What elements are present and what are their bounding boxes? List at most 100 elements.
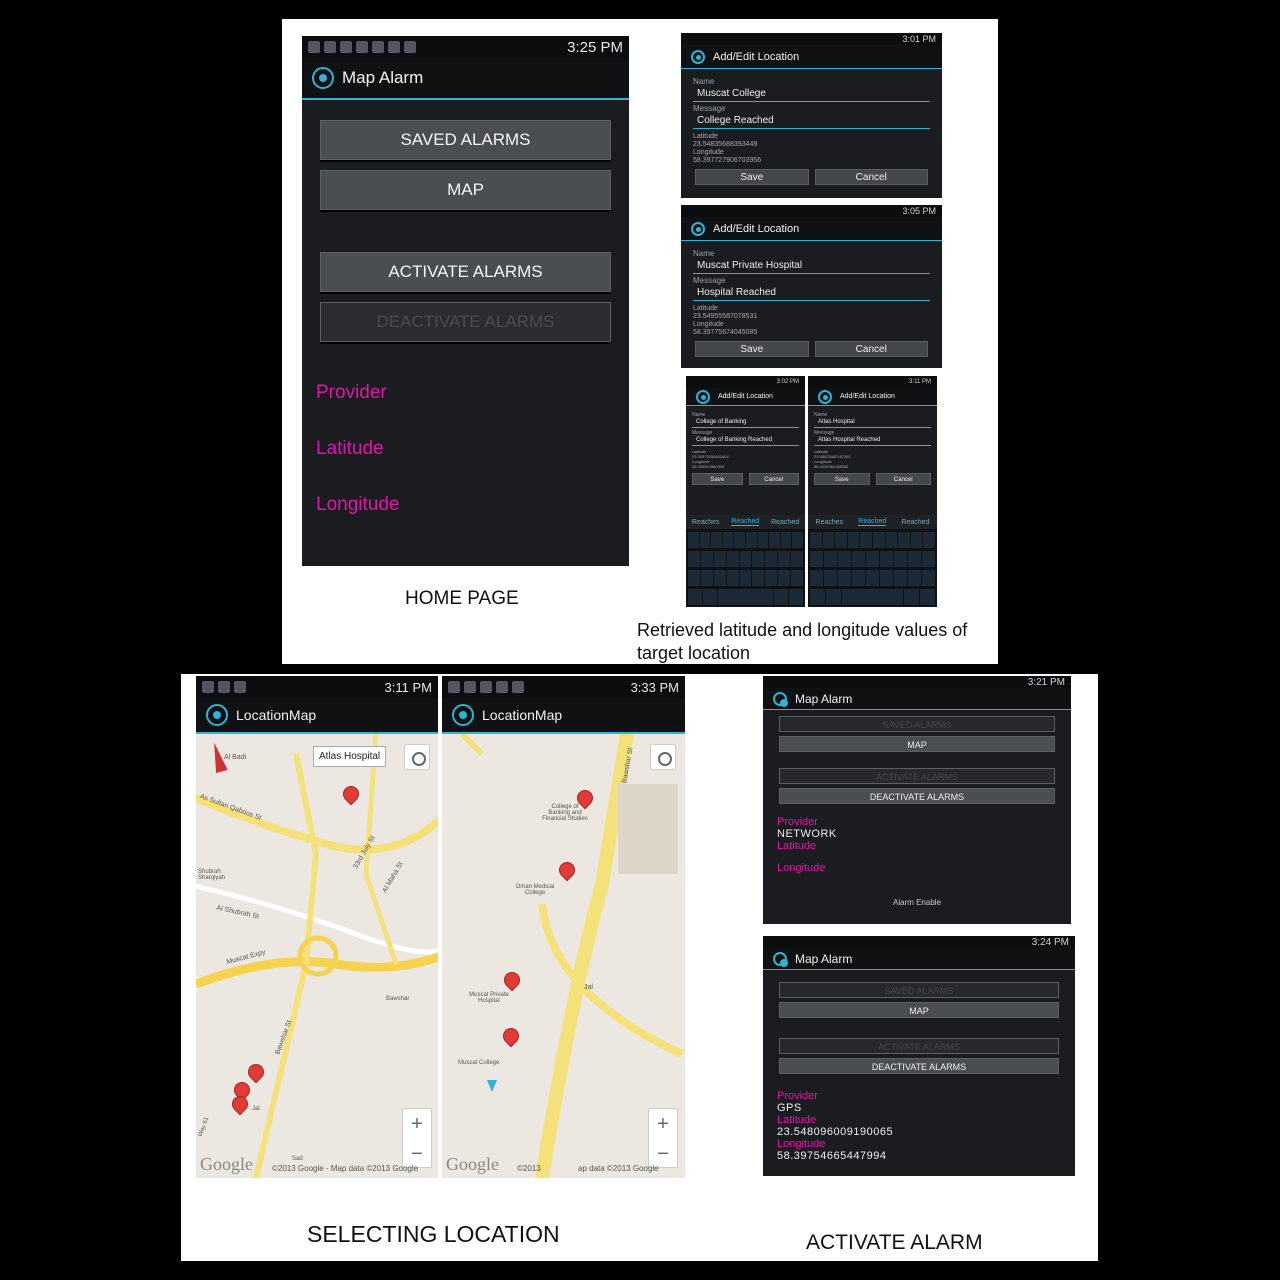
action-bar: Add/Edit Location [686, 388, 805, 406]
map-marker-icon[interactable] [504, 972, 518, 992]
map-view[interactable]: College of Banking and Financial Studies… [442, 734, 685, 1178]
notification-icons [308, 41, 416, 53]
my-location-icon[interactable] [404, 744, 430, 770]
button-row: Save Cancel [814, 473, 931, 485]
button-row: Save Cancel [692, 473, 799, 485]
suggestion[interactable]: Reached [731, 518, 760, 526]
suggestion[interactable]: Reached [901, 519, 929, 526]
map-marker-icon[interactable] [248, 1064, 262, 1084]
app-title: Map Alarm [795, 691, 853, 706]
longitude-label: Longitude [777, 862, 826, 874]
map-view[interactable]: Al Badi As Sultan Qaboos St Shubrah Shar… [196, 734, 438, 1178]
map-button[interactable]: MAP [320, 170, 611, 210]
name-field[interactable]: College of Banking [692, 419, 799, 428]
button-row: Save Cancel [695, 169, 928, 185]
screen-title: Add/Edit Location [840, 393, 895, 400]
map-marker-icon[interactable] [232, 1096, 246, 1116]
save-button[interactable]: Save [692, 473, 743, 485]
action-bar: Map Alarm [763, 688, 1071, 710]
name-field[interactable]: Atlas Hospital [814, 419, 931, 428]
message-field[interactable]: Atlas Hospital Reached [814, 437, 931, 446]
keyboard[interactable]: Reaches Reached Reached [808, 515, 937, 607]
deactivate-alarms-button[interactable]: DEACTIVATE ALARMS [779, 1058, 1059, 1074]
activate-screen-network: 3:21 PM Map Alarm SAVED ALARMS MAP ACTIV… [763, 676, 1071, 924]
save-button[interactable]: Save [814, 473, 870, 485]
target-icon [773, 691, 788, 707]
street-label: Sad [292, 1156, 303, 1162]
key-row [810, 589, 935, 605]
name-label: Name [693, 77, 715, 86]
action-bar: Add/Edit Location [808, 388, 937, 406]
longitude-label: Longitude [316, 494, 400, 515]
activate-alarms-button[interactable]: ACTIVATE ALARMS [320, 252, 611, 292]
map-marker-icon[interactable] [503, 1028, 517, 1048]
deactivate-alarms-button[interactable]: DEACTIVATE ALARMS [320, 302, 611, 342]
latitude-label: Latitude [777, 840, 817, 852]
cancel-button[interactable]: Cancel [875, 473, 931, 485]
status-time: 3:02 PM [776, 379, 799, 385]
zoom-in-button[interactable]: + [649, 1109, 677, 1139]
street-label: Bawshar [386, 996, 410, 1002]
save-button[interactable]: Save [695, 341, 809, 357]
suggestion[interactable]: Reached [771, 519, 799, 526]
status-bar: 3:24 PM [763, 936, 1075, 948]
my-location-icon[interactable] [650, 744, 676, 770]
place-label: Muscat Private Hospital [469, 992, 509, 1004]
name-field[interactable]: Muscat Private Hospital [693, 260, 930, 274]
saved-alarms-button[interactable]: SAVED ALARMS [320, 120, 611, 160]
latitude-label: Latitude [316, 438, 384, 459]
message-field[interactable]: College of Banking Reached [692, 437, 799, 446]
message-label: Message [693, 276, 726, 285]
map-screen-right: 3:33 PM LocationMap College of Banking a… [442, 676, 685, 1178]
notification-icons [448, 681, 524, 693]
status-bar: 3:01 PM [681, 33, 942, 45]
longitude-label: Longitude [777, 1138, 826, 1150]
suggestion[interactable]: Reached [858, 518, 887, 526]
deactivate-alarms-button[interactable]: DEACTIVATE ALARMS [779, 788, 1055, 804]
activate-alarms-button[interactable]: ACTIVATE ALARMS [779, 768, 1055, 784]
keyboard[interactable]: Reaches Reached Reached [686, 515, 805, 607]
message-label: Message [814, 430, 835, 436]
map-button[interactable]: MAP [779, 736, 1055, 752]
suggestion[interactable]: Reaches [692, 519, 720, 526]
map-marker-icon[interactable] [577, 790, 591, 810]
name-field[interactable]: Muscat College [693, 88, 930, 102]
save-button[interactable]: Save [695, 169, 809, 185]
home-screen: 3:25 PM Map Alarm SAVED ALARMS MAP ACTIV… [302, 36, 629, 566]
activate-alarms-button[interactable]: ACTIVATE ALARMS [779, 1038, 1059, 1054]
saved-alarms-button[interactable]: SAVED ALARMS [779, 716, 1055, 732]
coords: Latitude 23.5483568839344​9 Longitude 58… [693, 133, 930, 165]
longitude-label: Longitude [693, 149, 724, 156]
status-time: 3:05 PM [902, 206, 936, 216]
place-label: Jal [584, 984, 593, 991]
map-button[interactable]: MAP [779, 1002, 1059, 1018]
coords: Latitude 23.580234821​57392 Longitude 58… [814, 449, 931, 469]
status-bar: 3:25 PM [302, 36, 629, 58]
status-bar: 3:02 PM [686, 376, 805, 388]
button-row: Save Cancel [695, 341, 928, 357]
saved-alarms-button[interactable]: SAVED ALARMS [779, 982, 1059, 998]
zoom-in-button[interactable]: + [403, 1109, 431, 1139]
map-marker-icon[interactable] [343, 786, 357, 806]
message-field[interactable]: Hospital Reached [693, 287, 930, 301]
cancel-button[interactable]: Cancel [748, 473, 799, 485]
notification-icons [202, 681, 246, 693]
suggestion[interactable]: Reaches [816, 519, 844, 526]
edit-screen-3: 3:02 PM Add/Edit Location Name College o… [686, 376, 805, 607]
alarm-status-text: Alarm Enable [892, 898, 942, 907]
cancel-button[interactable]: Cancel [814, 341, 928, 357]
status-bar: 3:33 PM [442, 676, 685, 698]
key-row [810, 532, 935, 548]
longitude-value: 58.43319811586​52 [814, 464, 849, 469]
key-row [810, 551, 935, 567]
status-bar: 3:21 PM [763, 676, 1071, 688]
provider-value: GPS [777, 1102, 802, 1114]
map-copyright: ©2013 [517, 1164, 541, 1173]
cancel-button[interactable]: Cancel [814, 169, 928, 185]
street-label: Shubrah Sharqiyah [198, 869, 226, 881]
message-field[interactable]: College Reached [693, 115, 930, 129]
target-icon [696, 389, 710, 404]
marker-callout[interactable]: Atlas Hospital [313, 746, 387, 767]
map-marker-icon[interactable] [559, 862, 573, 882]
target-icon [691, 221, 705, 236]
